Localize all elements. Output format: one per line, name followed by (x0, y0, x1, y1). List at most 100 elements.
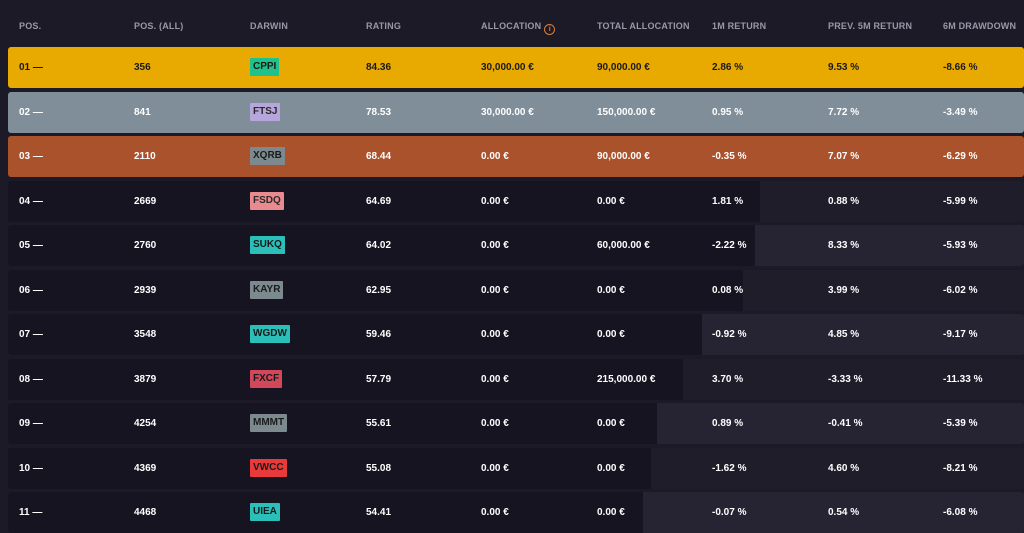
cell-1m-return: 3.70 % (712, 373, 744, 385)
cell-allocation: 0.00 € (481, 151, 509, 162)
table-row[interactable]: 08 — 3879 FXCF 57.79 0.00 € 215,000.00 € 3.70 … (8, 358, 1024, 400)
table-header: POS. POS. (ALL) DARWIN RATING ALLOCATION… (0, 0, 1024, 44)
header-1m-return[interactable]: 1M RETURN (712, 21, 766, 31)
table-row[interactable]: 10 — 4369 VWCC 55.08 0.00 € 0.00 € -1.62 % 4.60… (8, 447, 1024, 489)
darwin-tag[interactable]: WGDW (250, 325, 290, 343)
cell-pos-all: 2939 (134, 284, 157, 296)
cell-prev-5m-return: -3.33 % (828, 373, 863, 385)
cell-allocation: 0.00 € (481, 284, 509, 296)
cell-rating: 59.46 (366, 329, 392, 340)
table-row[interactable]: 06 — 2939 KAYR 62.95 0.00 € 0.00 € 0.08 % 3.99 … (8, 269, 1024, 311)
darwin-tag[interactable]: FSDQ (250, 191, 284, 210)
cell-pos-all: 4369 (134, 462, 157, 474)
cell-total-allocation: 90,000.00 € (597, 151, 650, 162)
cell-pos-all: 2760 (134, 240, 157, 251)
cell-6m-drawdown: -6.02 % (943, 284, 978, 296)
cell-pos: 10 — (19, 462, 43, 474)
cell-allocation: 0.00 € (481, 462, 509, 474)
header-allocation-label: ALLOCATION (481, 21, 542, 31)
cell-1m-return: 1.81 % (712, 195, 744, 207)
cell-rating: 54.41 (366, 507, 392, 518)
table-row[interactable]: 01 — 356 CPPI 84.36 30,000.00 € 90,000.00 € 2.… (8, 47, 1024, 88)
darwin-tag[interactable]: FXCF (250, 369, 283, 388)
cell-1m-return: -0.07 % (712, 507, 747, 518)
rating-bar (8, 492, 643, 533)
cell-rating: 57.79 (366, 373, 392, 385)
cell-pos: 11 — (19, 507, 43, 518)
cell-total-allocation: 0.00 € (597, 507, 625, 518)
darwin-tag[interactable]: UIEA (250, 503, 280, 521)
cell-6m-drawdown: -5.93 % (943, 240, 978, 251)
cell-prev-5m-return: 9.53 % (828, 62, 860, 73)
rating-bar (8, 447, 652, 489)
cell-pos-all: 841 (134, 106, 151, 118)
cell-pos: 09 — (19, 418, 43, 429)
table-row[interactable]: 09 — 4254 MMMT 55.61 0.00 € 0.00 € 0.89 % -0.41… (8, 403, 1024, 444)
header-rating[interactable]: RATING (366, 21, 401, 31)
cell-allocation: 0.00 € (481, 418, 509, 429)
cell-total-allocation: 150,000.00 € (597, 106, 656, 118)
cell-allocation: 30,000.00 € (481, 106, 534, 118)
cell-prev-5m-return: -0.41 % (828, 418, 863, 429)
cell-total-allocation: 0.00 € (597, 418, 625, 429)
cell-rating: 68.44 (366, 151, 392, 162)
cell-rating: 62.95 (366, 284, 392, 296)
cell-total-allocation: 60,000.00 € (597, 240, 650, 251)
cell-prev-5m-return: 7.72 % (828, 106, 860, 118)
table-row[interactable]: 05 — 2760 SUKQ 64.02 0.00 € 60,000.00 € -2.22 … (8, 225, 1024, 266)
cell-pos: 07 — (19, 329, 43, 340)
cell-allocation: 0.00 € (481, 373, 509, 385)
cell-1m-return: 0.08 % (712, 284, 744, 296)
cell-rating: 84.36 (366, 62, 392, 73)
table-row[interactable]: 04 — 2669 FSDQ 64.69 0.00 € 0.00 € 1.81 % 0.88 … (8, 180, 1024, 222)
cell-total-allocation: 90,000.00 € (597, 62, 650, 73)
cell-6m-drawdown: -3.49 % (943, 106, 978, 118)
darwin-tag[interactable]: SUKQ (250, 236, 285, 254)
darwin-tag[interactable]: FTSJ (250, 102, 281, 121)
header-pos[interactable]: POS. (19, 21, 41, 31)
cell-pos-all: 2110 (134, 151, 156, 162)
header-total-allocation[interactable]: TOTAL ALLOCATION (597, 21, 690, 31)
cell-1m-return: 0.89 % (712, 418, 744, 429)
cell-pos-all: 356 (134, 62, 151, 73)
cell-1m-return: -0.35 % (712, 151, 747, 162)
cell-total-allocation: 0.00 € (597, 195, 625, 207)
cell-prev-5m-return: 8.33 % (828, 240, 860, 251)
cell-allocation: 30,000.00 € (481, 62, 534, 73)
darwin-tag[interactable]: KAYR (250, 280, 284, 299)
cell-6m-drawdown: -8.21 % (943, 462, 978, 474)
cell-total-allocation: 215,000.00 € (597, 373, 656, 385)
header-6m-drawdown[interactable]: 6M DRAWDOWN (943, 21, 1016, 31)
cell-allocation: 0.00 € (481, 240, 509, 251)
cell-prev-5m-return: 4.60 % (828, 462, 860, 474)
header-allocation[interactable]: ALLOCATION i (481, 21, 556, 35)
cell-rating: 55.08 (366, 462, 392, 474)
cell-pos-all: 2669 (134, 195, 157, 207)
darwin-tag[interactable]: XQRB (250, 147, 285, 165)
table-row[interactable]: 11 — 4468 UIEA 54.41 0.00 € 0.00 € -0.07 % 0.54… (8, 492, 1024, 533)
cell-1m-return: -0.92 % (712, 329, 747, 340)
table-row[interactable]: 07 — 3548 WGDW 59.46 0.00 € 0.00 € -0.92 % 4.85… (8, 314, 1024, 355)
cell-6m-drawdown: -6.29 % (943, 151, 978, 162)
header-darwin[interactable]: DARWIN (250, 21, 288, 31)
darwin-tag[interactable]: CPPI (250, 58, 280, 76)
darwin-tag[interactable]: MMMT (250, 414, 288, 432)
cell-pos-all: 4254 (134, 418, 157, 429)
cell-allocation: 0.00 € (481, 507, 509, 518)
cell-allocation: 0.00 € (481, 329, 509, 340)
info-icon[interactable]: i (544, 24, 556, 35)
table-row[interactable]: 02 — 841 FTSJ 78.53 30,000.00 € 150,000.00 € 0… (8, 91, 1024, 133)
header-prev-5m-return[interactable]: PREV. 5M RETURN (828, 21, 912, 31)
cell-pos-all: 3548 (134, 329, 157, 340)
cell-rating: 64.02 (366, 240, 392, 251)
table-row[interactable]: 03 — 2110 XQRB 68.44 0.00 € 90,000.00 € -0.35 … (8, 136, 1024, 177)
cell-pos: 08 — (19, 373, 43, 385)
cell-rating: 55.61 (366, 418, 392, 429)
cell-6m-drawdown: -5.39 % (943, 418, 978, 429)
cell-prev-5m-return: 7.07 % (828, 151, 860, 162)
cell-rating: 64.69 (366, 195, 392, 207)
cell-prev-5m-return: 0.88 % (828, 195, 860, 207)
header-pos-all[interactable]: POS. (ALL) (134, 21, 184, 31)
cell-prev-5m-return: 4.85 % (828, 329, 860, 340)
darwin-tag[interactable]: VWCC (250, 458, 287, 477)
